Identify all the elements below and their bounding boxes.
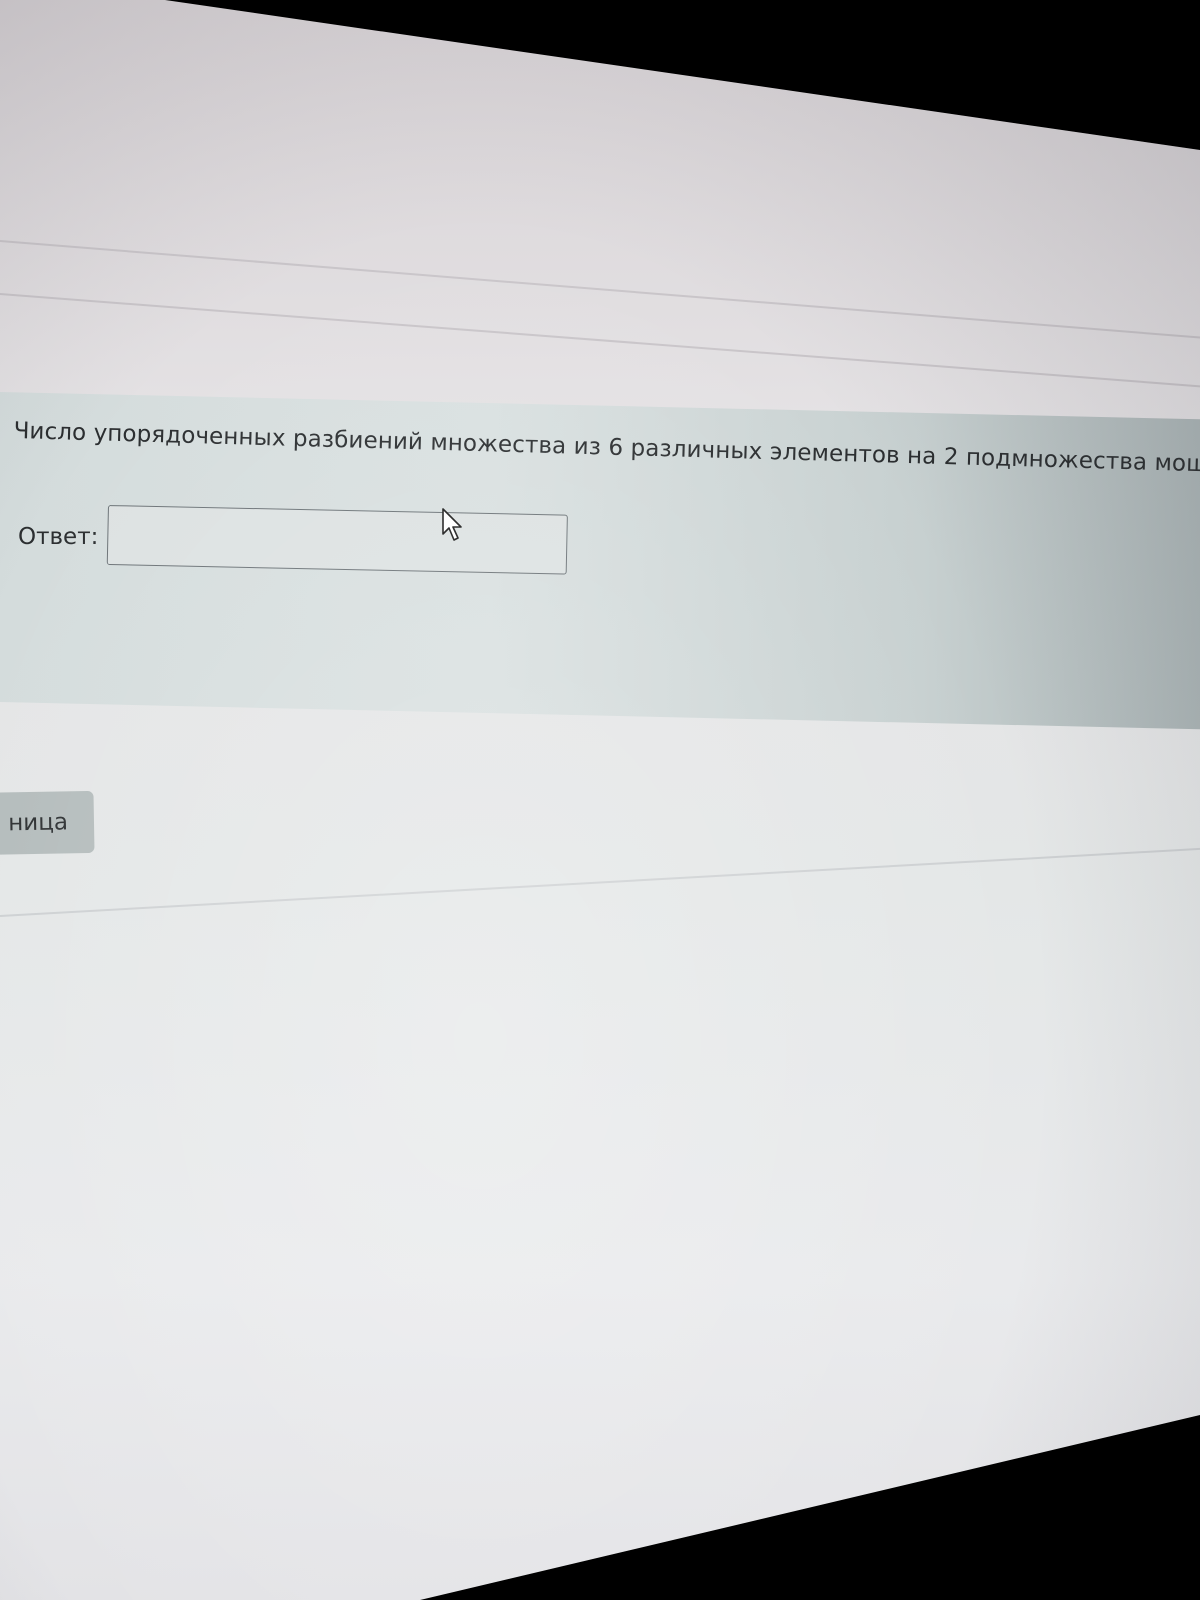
monitor-screen: Число упорядоченных разбиений множества … <box>0 0 1200 1600</box>
bottom-divider <box>0 844 1200 917</box>
answer-input[interactable] <box>106 505 568 575</box>
answer-label: Ответ: <box>18 524 99 550</box>
top-divider <box>0 240 1200 344</box>
page-nav-button[interactable]: ница <box>0 790 95 856</box>
top-divider-secondary <box>0 293 1200 392</box>
mouse-pointer-icon <box>442 508 462 541</box>
screen-glare <box>0 0 1200 1600</box>
page-nav-button-label: ница <box>8 809 69 837</box>
